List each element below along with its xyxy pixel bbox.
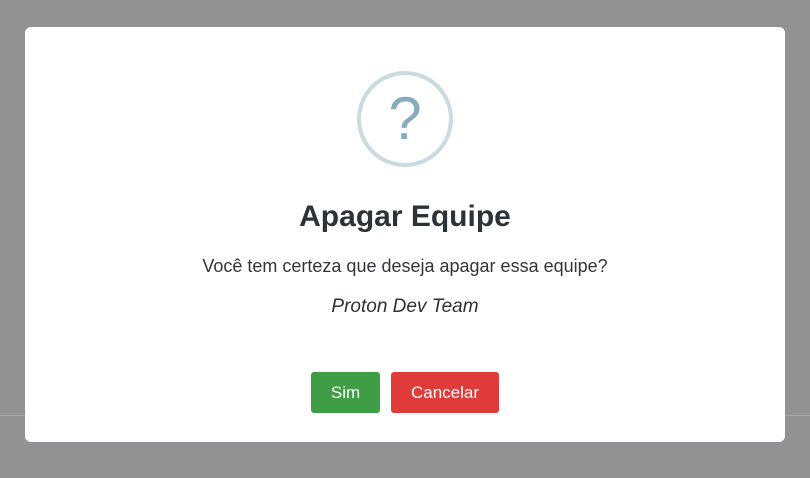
cancel-button[interactable]: Cancelar bbox=[391, 372, 499, 413]
dialog-title: Apagar Equipe bbox=[299, 200, 511, 233]
question-mark-icon: ? bbox=[357, 71, 453, 167]
confirm-button[interactable]: Sim bbox=[311, 372, 380, 413]
confirm-delete-dialog: ? Apagar Equipe Você tem certeza que des… bbox=[25, 27, 785, 442]
team-name: Proton Dev Team bbox=[331, 296, 479, 317]
dialog-actions: Sim Cancelar bbox=[25, 372, 785, 413]
question-mark-glyph: ? bbox=[388, 85, 422, 152]
dialog-message: Você tem certeza que deseja apagar essa … bbox=[202, 256, 608, 276]
